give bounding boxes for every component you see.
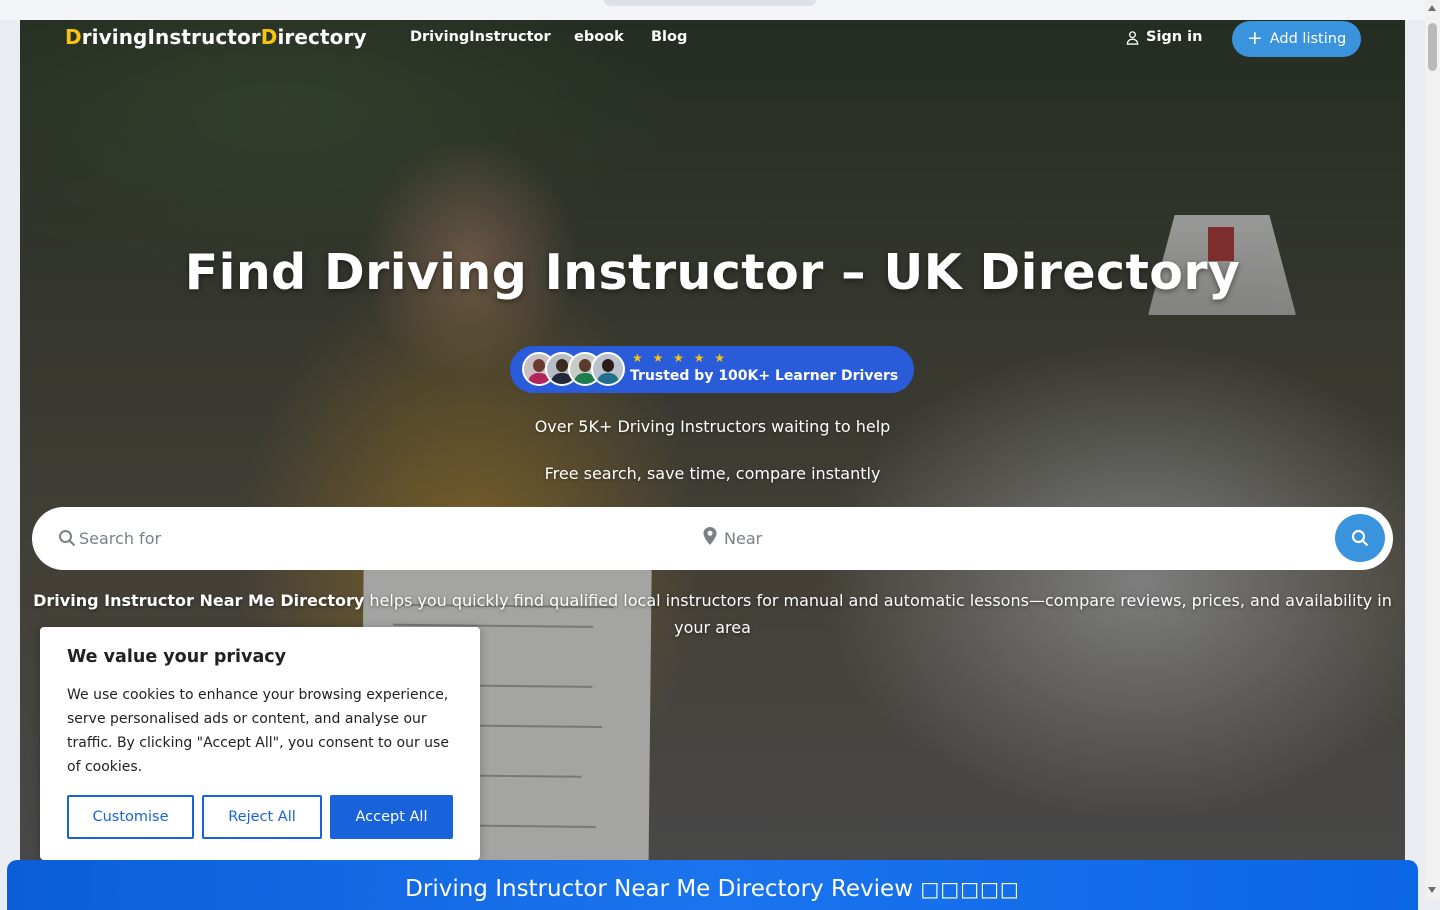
review-title: Driving Instructor Near Me Directory Rev… [405,876,914,902]
logo-part: Instructor [147,25,261,49]
plus-icon: + [1246,26,1263,49]
user-icon [1126,30,1139,45]
add-listing-label: Add listing [1269,31,1347,47]
page-title: Find Driving Instructor – UK Directory [184,244,1241,301]
cookie-consent-banner: We value your privacy We use cookies to … [40,627,480,860]
tab-hint [604,0,816,6]
add-listing-button[interactable]: + Add listing [1232,21,1361,57]
search-bar [32,507,1393,570]
search-input[interactable] [77,528,661,549]
scroll-up-arrow-icon[interactable] [1428,5,1436,11]
customise-button[interactable]: Customise [67,795,194,839]
star-rating: ★ ★ ★ ★ ★ [632,351,729,365]
hero-subtitle-1: Over 5K+ Driving Instructors waiting to … [534,417,891,436]
reject-all-button[interactable]: Reject All [202,795,322,839]
scroll-down-arrow-icon[interactable] [1428,887,1436,893]
search-icon [59,530,76,547]
description-text: helps you quickly find qualified local i… [364,591,1392,637]
logo-letter: D [65,25,82,49]
top-navigation: DrivingInstructorDirectory DrivingInstru… [20,20,1405,58]
nav-link-ebook[interactable]: ebook [574,29,624,45]
review-bar-text: Driving Instructor Near Me Directory Rev… [7,876,1418,902]
cookie-body: We use cookies to enhance your browsing … [67,687,449,775]
search-submit-button[interactable] [1335,514,1385,562]
cookie-title: We value your privacy [67,647,287,667]
logo-part: irectory [277,25,367,49]
sign-in-label: Sign in [1146,29,1203,45]
review-bar[interactable]: Driving Instructor Near Me Directory Rev… [7,860,1418,910]
near-input[interactable] [722,528,1286,549]
avatar [591,352,625,386]
scrollbar-thumb[interactable] [1428,23,1437,71]
review-glyphs: □□□□□ [920,877,1020,901]
trust-text: Trusted by 100K+ Learner Drivers [630,368,899,384]
search-icon [1351,529,1369,547]
logo-part: riving [81,25,148,49]
accept-all-button[interactable]: Accept All [330,795,453,839]
page-scrollbar[interactable] [1425,0,1440,900]
trust-badge: ★ ★ ★ ★ ★ Trusted by 100K+ Learner Drive… [510,346,914,393]
hero-subtitle-2: Free search, save time, compare instantl… [544,464,881,483]
location-pin-icon [703,527,717,545]
site-logo[interactable]: DrivingInstructorDirectory [65,25,367,49]
logo-letter: D [260,25,278,49]
nav-link-blog[interactable]: Blog [651,29,687,45]
sign-in-link[interactable]: Sign in [1125,29,1202,45]
nav-link-drivinginstructor[interactable]: DrivingInstructor [410,29,551,45]
description-bold: Driving Instructor Near Me Directory [33,591,365,610]
browser-top-strip [0,0,1440,20]
avatar-group [522,352,625,386]
